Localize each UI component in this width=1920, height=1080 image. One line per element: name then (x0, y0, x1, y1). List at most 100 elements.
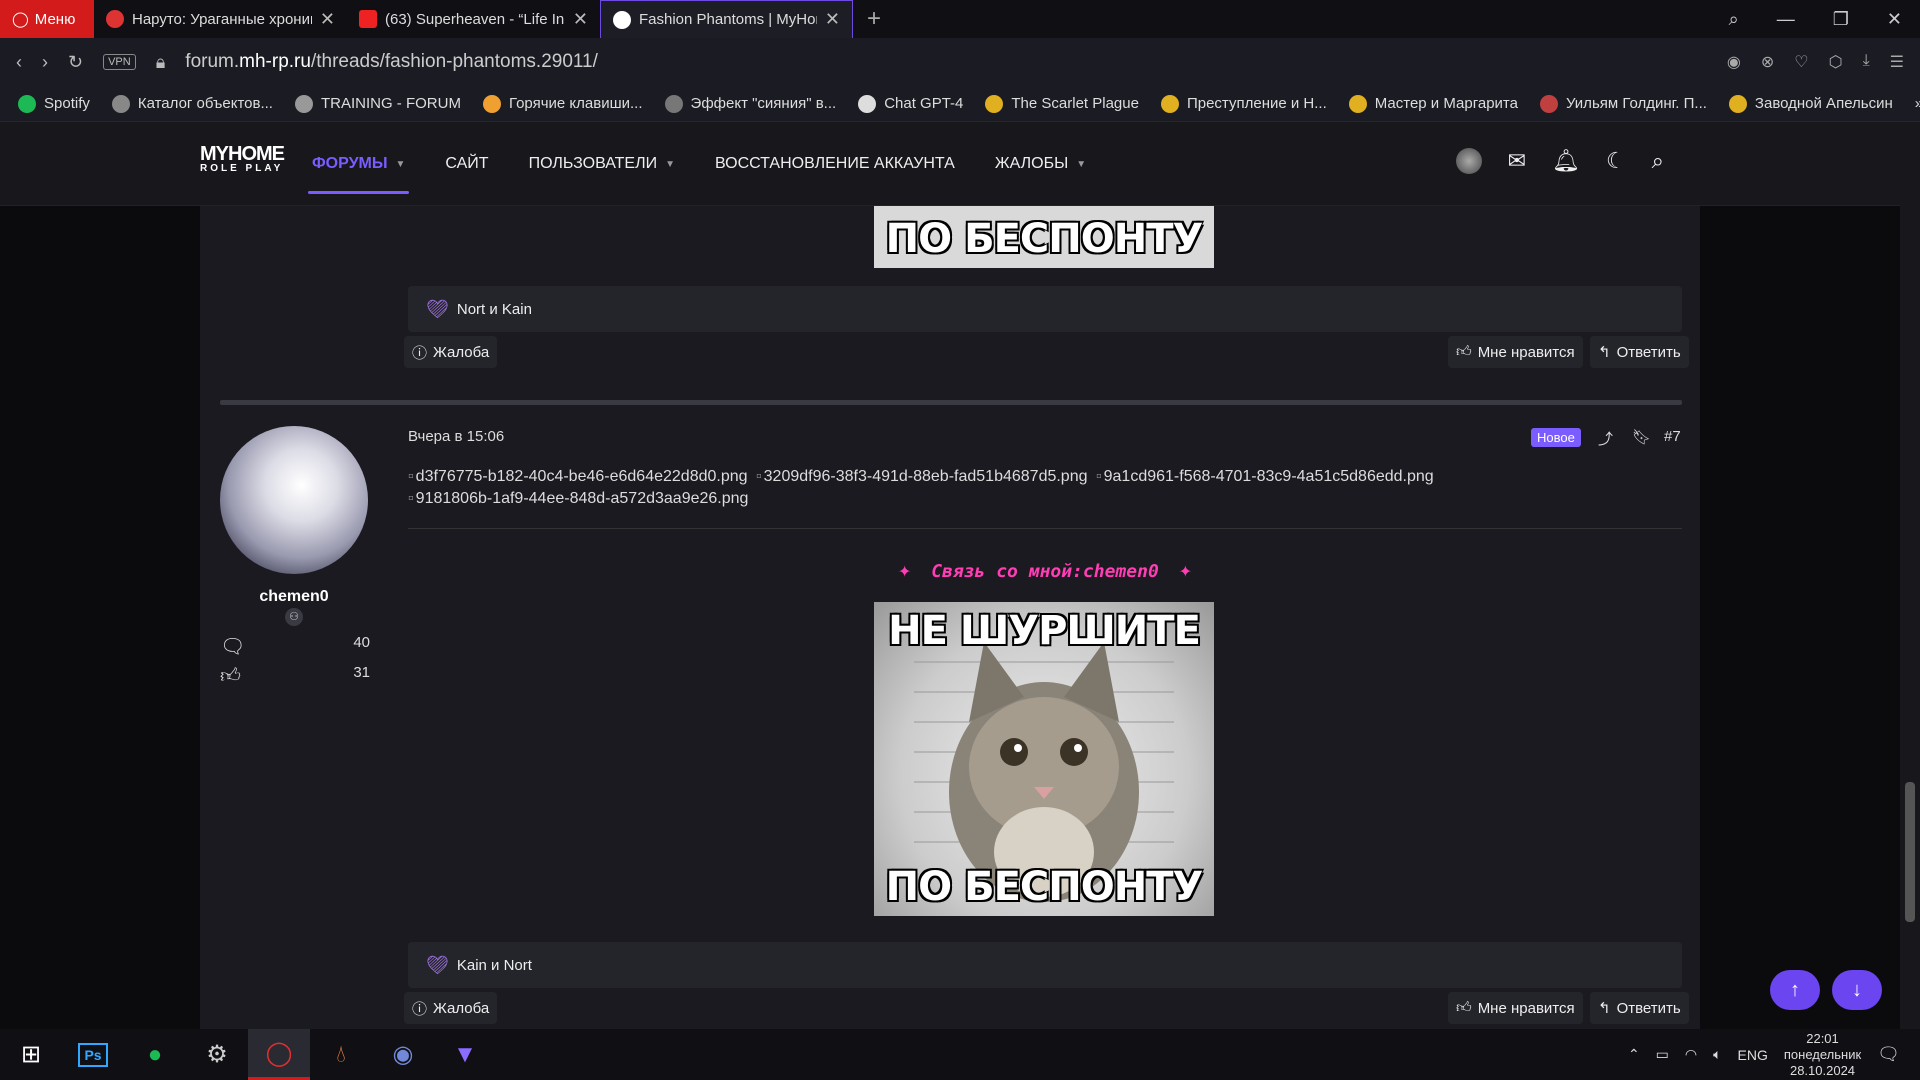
bookmark-item[interactable]: Spotify (18, 94, 90, 113)
bookmark-item[interactable]: Каталог объектов... (111, 94, 273, 113)
more-bookmarks-icon[interactable]: » (1915, 95, 1920, 112)
new-tab-icon[interactable]: + (867, 5, 881, 33)
nav-label: САЙТ (445, 155, 489, 172)
address-bar: ‹ › ↻ VPN 🔒︎ forum.mh-rp.ru/threads/fash… (0, 38, 1920, 86)
browser-menu-button[interactable]: ◯ Меню (0, 0, 94, 38)
steam-icon[interactable]: ⚙ (186, 1029, 248, 1080)
nav-account-recovery[interactable]: ВОССТАНОВЛЕНИЕ АККАУНТА (715, 122, 955, 206)
photoshop-icon[interactable]: Ps (62, 1029, 124, 1080)
bookmark-icon (1348, 94, 1367, 113)
language-indicator[interactable]: ENG (1738, 1047, 1768, 1063)
moon-icon[interactable]: ☾ (1606, 148, 1626, 174)
post-divider (220, 400, 1682, 405)
notifications-icon[interactable]: 🗨︎ (1877, 1044, 1900, 1065)
drop-app-icon[interactable]: 💧︎ (310, 1029, 372, 1080)
heart-reaction-icon: 💜︎ (426, 298, 449, 319)
bookmark-item[interactable]: Chat GPT-4 (858, 94, 963, 113)
logo-line2: ROLE PLAY (200, 163, 284, 174)
close-tab-icon[interactable]: ✕ (825, 9, 840, 30)
discord-icon[interactable]: ◉ (372, 1029, 434, 1080)
site-logo[interactable]: MYHOME ROLE PLAY (200, 144, 285, 174)
url-domain: mh-rp.ru (239, 51, 311, 72)
new-badge: Новое (1531, 428, 1581, 447)
browser-tab-active[interactable]: Fashion Phantoms | MyHome ✕ (600, 0, 853, 38)
battery-icon[interactable]: ▭ (1656, 1046, 1669, 1063)
spotify-icon[interactable]: ● (124, 1029, 186, 1080)
reply-label: Ответить (1616, 999, 1681, 1017)
back-icon[interactable]: ‹ (16, 52, 22, 73)
page-scrollbar[interactable] (1900, 122, 1920, 1029)
bookmark-item[interactable]: Уильям Голдинг. П... (1539, 94, 1707, 113)
nav-complaints[interactable]: ЖАЛОБЫ ▼ (995, 122, 1086, 206)
like-button[interactable]: 👍︎ Мне нравится (1448, 992, 1583, 1024)
search-tabs-icon[interactable]: ⌕ (1729, 9, 1739, 30)
bookmark-icon[interactable]: 🔖︎ (1632, 428, 1651, 446)
scrollbar-thumb[interactable] (1905, 782, 1915, 922)
report-label: Жалоба (433, 343, 490, 361)
close-tab-icon[interactable]: ✕ (573, 9, 588, 30)
meme-image: НЕ ШУРШИТЕ ПО БЕСПОНТУ (874, 602, 1214, 916)
mail-icon[interactable]: ✉ (1508, 148, 1526, 174)
volume-icon[interactable]: 🔈︎ (1713, 1046, 1721, 1063)
post-date[interactable]: Вчера в 15:06 (408, 428, 504, 445)
opera-icon[interactable]: ◯ (248, 1029, 310, 1080)
settings-icon[interactable]: ☰ (1890, 52, 1904, 72)
bookmark-item[interactable]: Мастер и Маргарита (1348, 94, 1518, 113)
bookmark-item[interactable]: The Scarlet Plague (985, 94, 1139, 113)
close-window-icon[interactable]: ✕ (1887, 9, 1902, 30)
bookmark-label: Каталог объектов... (137, 95, 273, 112)
heart-icon[interactable]: ♡ (1794, 52, 1808, 72)
post-number[interactable]: #7 (1664, 428, 1681, 445)
bookmark-icon (111, 94, 130, 113)
bookmark-item[interactable]: Эффект "сияния" в... (664, 94, 836, 113)
bookmark-item[interactable]: TRAINING - FORUM (294, 94, 461, 113)
reply-button[interactable]: ↰ Ответить (1590, 992, 1689, 1024)
block-icon[interactable]: ⊗ (1761, 52, 1774, 72)
url-path: /threads/fashion-phantoms.29011/ (310, 51, 598, 72)
restore-icon[interactable]: ❐ (1833, 9, 1849, 30)
reactions-bar[interactable]: 💜︎ Nort и Kain (408, 286, 1682, 332)
download-icon[interactable]: ⤓ (1863, 52, 1870, 72)
like-button[interactable]: 👍︎ Мне нравится (1448, 336, 1583, 368)
forward-icon[interactable]: › (42, 52, 48, 73)
bookmark-item[interactable]: Заводной Апельсин (1728, 94, 1893, 113)
minimize-icon[interactable]: — (1777, 9, 1795, 30)
bookmark-item[interactable]: Преступление и Н... (1160, 94, 1327, 113)
bell-icon[interactable]: 🔔︎ (1552, 148, 1580, 174)
nav-users[interactable]: ПОЛЬЗОВАТЕЛИ ▼ (529, 122, 675, 206)
report-button[interactable]: ⓘ Жалоба (404, 336, 498, 368)
scroll-down-button[interactable]: ↓ (1832, 970, 1882, 1010)
search-icon[interactable]: ⌕ (1652, 148, 1664, 174)
wifi-icon[interactable]: ◠ (1685, 1046, 1697, 1063)
user-avatar[interactable] (1455, 148, 1482, 174)
bookmark-label: Горячие клавиши... (508, 95, 643, 112)
author-name[interactable]: chemen0 (220, 588, 368, 606)
signature-divider (408, 528, 1682, 529)
camera-icon[interactable]: ◉ (1727, 52, 1741, 72)
caret-down-icon: ▼ (395, 158, 406, 170)
author-avatar[interactable] (220, 426, 368, 574)
clock[interactable]: 22:01 понедельник 28.10.2024 (1784, 1031, 1861, 1079)
vpn-app-icon[interactable]: ▼ (434, 1029, 496, 1080)
tray-chevron-icon[interactable]: ⌃ (1628, 1046, 1640, 1063)
browser-tab[interactable]: Наруто: Ураганные хроники ✕ (94, 0, 347, 38)
close-tab-icon[interactable]: ✕ (320, 9, 335, 30)
messages-stat: 🗨︎ 40 (220, 634, 370, 659)
opera-icon: ◯ (12, 11, 29, 28)
scroll-up-button[interactable]: ↑ (1770, 970, 1820, 1010)
nav-site[interactable]: САЙТ (445, 122, 488, 206)
report-button[interactable]: ⓘ Жалоба (404, 992, 498, 1024)
bookmark-item[interactable]: Горячие клавиши... (482, 94, 643, 113)
share-icon[interactable]: ⤴ (1598, 428, 1613, 449)
windows-start-icon[interactable]: ⊞ (0, 1029, 62, 1080)
vpn-badge[interactable]: VPN (103, 54, 136, 70)
cube-icon[interactable]: ⬡ (1829, 52, 1843, 72)
url-field[interactable]: forum.mh-rp.ru/threads/fashion-phantoms.… (185, 51, 598, 73)
reply-button[interactable]: ↰ Ответить (1590, 336, 1689, 368)
browser-tab-bar: ◯ Меню Наруто: Ураганные хроники ✕ (63) … (0, 0, 1920, 38)
nav-forums[interactable]: ФОРУМЫ ▼ (307, 122, 410, 206)
reload-icon[interactable]: ↻ (68, 52, 83, 73)
reactions-bar[interactable]: 💜︎ Kain и Nort (408, 942, 1682, 988)
browser-tab[interactable]: (63) Superheaven - “Life In ✕ (347, 0, 600, 38)
sparkle-icon: ✦ (897, 558, 912, 583)
